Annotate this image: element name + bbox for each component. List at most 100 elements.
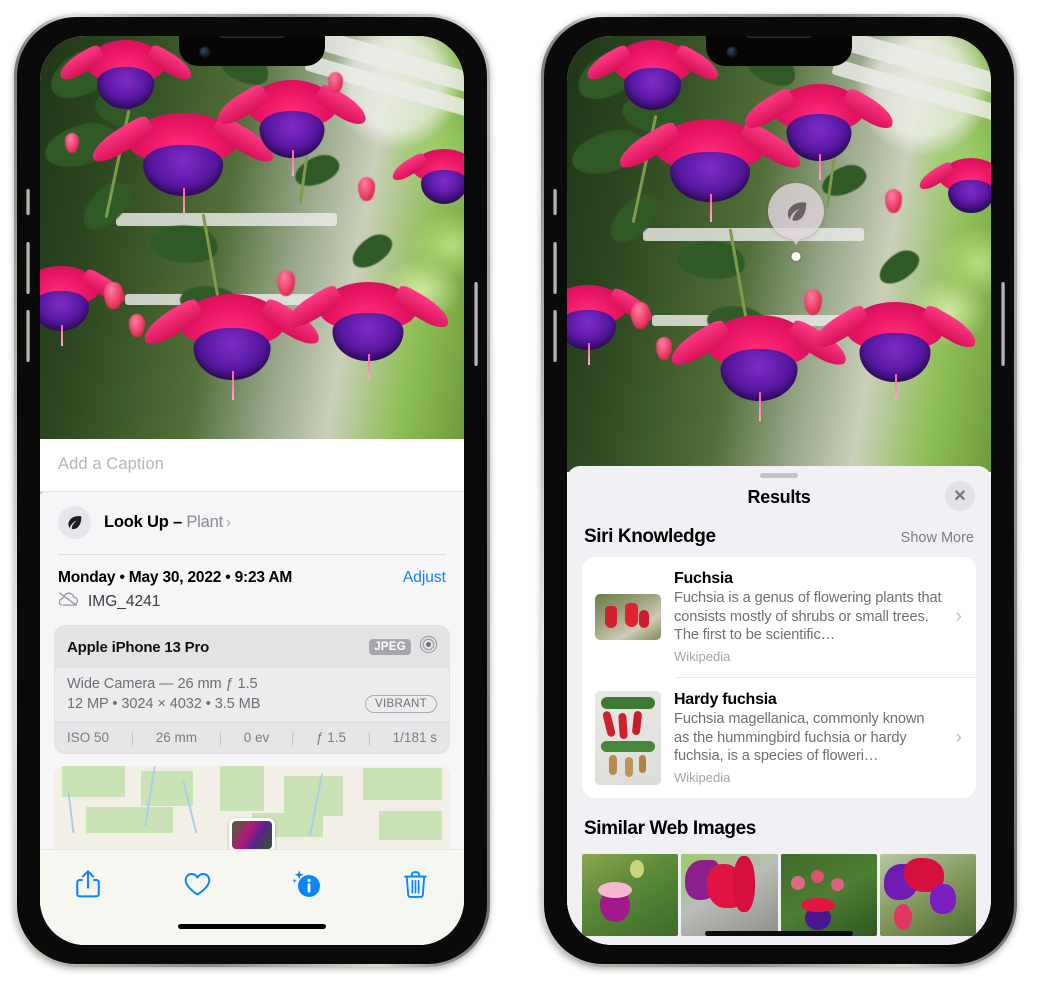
volume-down-button[interactable] bbox=[26, 310, 30, 362]
format-badge: JPEG bbox=[369, 639, 411, 655]
web-image-1[interactable] bbox=[582, 854, 679, 937]
knowledge-item-hardy-fuchsia[interactable]: Hardy fuchsia Fuchsia magellanica, commo… bbox=[582, 678, 976, 798]
home-indicator[interactable] bbox=[178, 924, 326, 929]
flower-bud bbox=[630, 301, 650, 329]
caption-field-row[interactable]: Add a Caption bbox=[40, 439, 464, 492]
sparkle-icon: ✦ bbox=[40, 484, 45, 504]
photographic-style-badge: VIBRANT bbox=[365, 695, 437, 713]
exif-aperture: ƒ 1.5 bbox=[315, 730, 346, 745]
results-title: Results bbox=[747, 487, 811, 507]
fuchsia-flower bbox=[613, 40, 692, 110]
share-button[interactable] bbox=[66, 864, 110, 904]
fuchsia-flower bbox=[567, 284, 627, 366]
screenshot-root: Add a Caption ✦ ✦ Look Up – Plant› bbox=[0, 0, 1055, 985]
info-button[interactable] bbox=[285, 864, 329, 904]
flower-bud bbox=[129, 314, 146, 338]
results-sheet: Results ✕ Siri Knowledge Show More Fuchs… bbox=[567, 466, 991, 945]
close-button[interactable]: ✕ bbox=[945, 481, 975, 511]
web-image-2[interactable] bbox=[681, 854, 778, 937]
map-preview[interactable] bbox=[54, 766, 450, 852]
visual-lookup-badge[interactable] bbox=[768, 183, 824, 261]
exif-iso: ISO 50 bbox=[67, 730, 110, 745]
fuchsia-flower bbox=[706, 315, 811, 421]
exif-row: ISO 50 | 26 mm | 0 ev | ƒ 1.5 | 1/181 s bbox=[55, 722, 449, 753]
mute-switch[interactable] bbox=[553, 189, 557, 215]
look-up-label: Look Up – Plant › bbox=[104, 513, 231, 532]
knowledge-title: Hardy fuchsia bbox=[674, 691, 777, 709]
siri-knowledge-title: Siri Knowledge bbox=[584, 526, 716, 547]
web-image-3[interactable] bbox=[780, 854, 877, 937]
photo-pin-thumbnail[interactable] bbox=[229, 818, 275, 852]
favorite-button[interactable] bbox=[175, 864, 219, 904]
exif-separator: | bbox=[218, 730, 223, 745]
power-button[interactable] bbox=[474, 282, 478, 366]
results-header: Results ✕ bbox=[567, 478, 991, 524]
leaf-icon bbox=[787, 201, 806, 221]
notch bbox=[179, 36, 325, 66]
notch bbox=[706, 36, 852, 66]
knowledge-thumbnail bbox=[595, 594, 661, 640]
camera-device-name: Apple iPhone 13 Pro bbox=[67, 638, 210, 656]
knowledge-description: Fuchsia is a genus of flowering plants t… bbox=[674, 590, 942, 644]
porch-rail bbox=[643, 227, 864, 241]
fuchsia-flower bbox=[319, 281, 416, 381]
similar-web-images-header: Similar Web Images bbox=[567, 798, 991, 846]
right-screen: Results ✕ Siri Knowledge Show More Fuchs… bbox=[567, 36, 991, 945]
caption-input[interactable]: Add a Caption bbox=[58, 455, 446, 474]
volume-up-button[interactable] bbox=[553, 242, 557, 294]
power-button[interactable] bbox=[1001, 282, 1005, 366]
fuchsia-flower bbox=[656, 118, 765, 223]
fuchsia-flower bbox=[846, 301, 943, 401]
foliage bbox=[818, 160, 871, 201]
fuchsia-flower bbox=[940, 158, 991, 214]
flower-bud bbox=[277, 269, 296, 296]
photo-toolbar bbox=[40, 849, 464, 945]
flower-bud bbox=[656, 336, 673, 360]
knowledge-description: Fuchsia magellanica, commonly known as t… bbox=[674, 711, 925, 765]
lookup-target-dot bbox=[791, 252, 801, 261]
siri-knowledge-card: Fuchsia Fuchsia is a genus of flowering … bbox=[582, 557, 976, 799]
delete-button[interactable] bbox=[394, 864, 438, 904]
look-up-row[interactable]: ✦ ✦ Look Up – Plant› bbox=[40, 484, 464, 554]
photo-date: Monday • May 30, 2022 • 9:23 AM bbox=[58, 569, 293, 586]
file-size-info: 12 MP • 3024 × 4032 • 3.5 MB bbox=[67, 696, 261, 712]
fuchsia-flower bbox=[40, 265, 100, 347]
foliage bbox=[345, 228, 398, 273]
volume-down-button[interactable] bbox=[553, 310, 557, 362]
porch-rail bbox=[116, 213, 337, 227]
camera-info-card[interactable]: Apple iPhone 13 Pro JPEG Wide Camera — 2… bbox=[54, 625, 450, 754]
siri-knowledge-header: Siri Knowledge Show More bbox=[567, 524, 991, 557]
mute-switch[interactable] bbox=[26, 189, 30, 215]
chevron-right-icon: › bbox=[225, 514, 231, 531]
fuchsia-flower bbox=[247, 80, 336, 177]
fuchsia-flower bbox=[179, 293, 284, 400]
front-camera-icon bbox=[200, 47, 210, 57]
bubble-tail bbox=[787, 232, 805, 245]
look-up-subject: Plant bbox=[186, 513, 223, 531]
filename-row: IMG_4241 bbox=[40, 587, 464, 625]
photo-viewer[interactable] bbox=[567, 36, 991, 472]
exif-separator: | bbox=[290, 730, 295, 745]
knowledge-source: Wikipedia bbox=[674, 649, 731, 665]
similar-web-images-strip[interactable] bbox=[567, 854, 991, 937]
right-phone: Results ✕ Siri Knowledge Show More Fuchs… bbox=[541, 14, 1017, 967]
adjust-button[interactable]: Adjust bbox=[403, 569, 446, 587]
flower-bud bbox=[358, 177, 375, 202]
photo-viewer[interactable] bbox=[40, 36, 464, 439]
volume-up-button[interactable] bbox=[26, 242, 30, 294]
flower-bud bbox=[804, 288, 823, 315]
metadata-row: Monday • May 30, 2022 • 9:23 AM Adjust bbox=[40, 555, 464, 587]
exif-exposure: 0 ev bbox=[243, 730, 270, 745]
camera-card-body: Wide Camera — 26 mm ƒ 1.5 12 MP • 3024 ×… bbox=[55, 668, 449, 722]
web-image-4[interactable] bbox=[879, 854, 976, 937]
exif-focal-length: 26 mm bbox=[155, 730, 197, 745]
knowledge-source: Wikipedia bbox=[674, 770, 731, 786]
left-phone: Add a Caption ✦ ✦ Look Up – Plant› bbox=[14, 14, 490, 967]
chevron-right-icon: › bbox=[955, 606, 962, 627]
lens-info: Wide Camera — 26 mm ƒ 1.5 bbox=[67, 676, 258, 692]
similar-web-images-title: Similar Web Images bbox=[584, 818, 756, 840]
show-more-button[interactable]: Show More bbox=[901, 530, 974, 546]
knowledge-item-fuchsia[interactable]: Fuchsia Fuchsia is a genus of flowering … bbox=[582, 557, 976, 677]
home-indicator[interactable] bbox=[705, 931, 853, 936]
camera-card-header: Apple iPhone 13 Pro JPEG bbox=[55, 626, 449, 668]
